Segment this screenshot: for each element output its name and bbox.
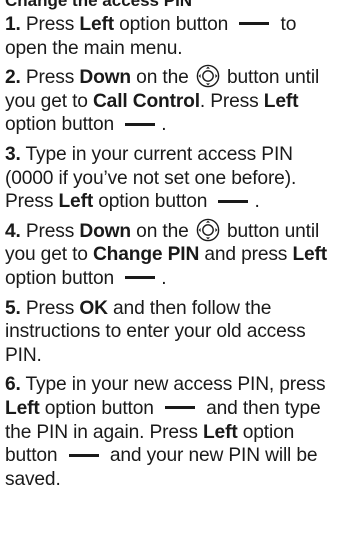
- step-item: 5. Press OK and then follow the instruct…: [5, 297, 335, 368]
- step-item: 2. Press Down on the button until you ge…: [5, 64, 335, 137]
- step-text: on the: [131, 67, 194, 89]
- step-number: 4.: [5, 220, 21, 242]
- step-number: 5.: [5, 297, 21, 319]
- left-option-button-icon: [125, 276, 156, 280]
- step-text: .: [254, 191, 260, 213]
- left-option-button-icon: [239, 22, 270, 26]
- step-item: 1. Press Left option button to open the …: [5, 13, 335, 60]
- step-number: 6.: [5, 374, 21, 396]
- step-item: 4. Press Down on the button until you ge…: [5, 218, 335, 291]
- navigation-button-icon: [196, 218, 220, 242]
- step-text: on the: [131, 220, 194, 242]
- keyword-text: Left: [263, 90, 299, 112]
- step-text: Type in your new access PIN, press: [25, 374, 326, 396]
- left-option-button-icon: [164, 406, 195, 410]
- step-text: option button: [39, 397, 159, 419]
- step-text: . Press: [199, 90, 264, 112]
- instructions-page: Change the access PIN 1. Press Left opti…: [5, 0, 335, 497]
- step-text: .: [161, 267, 167, 289]
- keyword-text: Left: [5, 397, 40, 419]
- step-text: option button: [93, 191, 213, 213]
- step-text: option button: [113, 14, 234, 35]
- navigation-button-icon: [196, 64, 220, 88]
- step-item: 6. Type in your new access PIN, press Le…: [5, 373, 335, 491]
- step-text: Press: [25, 220, 80, 242]
- step-text: .: [161, 114, 167, 136]
- keyword-text: Left: [58, 191, 94, 213]
- left-option-button-icon: [68, 453, 99, 457]
- step-number: 1.: [5, 14, 21, 35]
- step-text: option button: [5, 114, 120, 136]
- keyword-text: Down: [79, 220, 131, 242]
- step-text: Press: [25, 297, 80, 319]
- left-option-button-icon: [218, 199, 249, 203]
- step-text: option button: [5, 267, 120, 289]
- step-number: 2.: [5, 67, 21, 89]
- keyword-text: Call Control: [92, 90, 200, 112]
- left-option-button-icon: [125, 122, 156, 126]
- keyword-text: Change PIN: [92, 244, 200, 266]
- step-number: 3.: [5, 143, 21, 165]
- step-text: Press: [25, 14, 80, 35]
- section-heading: Change the access PIN: [5, 0, 193, 10]
- keyword-text: Down: [79, 67, 131, 89]
- keyword-text: Left: [202, 421, 238, 443]
- step-text: Press: [25, 67, 80, 89]
- step-text: and press: [199, 244, 293, 266]
- steps-list: 1. Press Left option button to open the …: [5, 13, 335, 491]
- keyword-text: OK: [79, 297, 108, 319]
- keyword-text: Left: [292, 244, 328, 266]
- step-item: 3. Type in your current access PIN (0000…: [5, 143, 335, 214]
- keyword-text: Left: [79, 14, 114, 35]
